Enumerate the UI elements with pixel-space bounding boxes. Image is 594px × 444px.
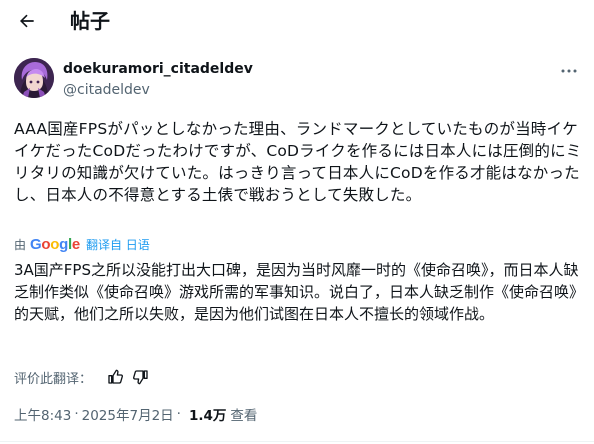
back-button[interactable] — [12, 6, 42, 36]
rate-translation-row: 评价此翻译： — [14, 367, 158, 387]
views-label: 查看 — [230, 408, 258, 424]
avatar[interactable] — [14, 58, 54, 98]
arrow-left-icon — [20, 14, 34, 28]
post-time[interactable]: 上午8:43 — [14, 404, 71, 424]
thumbs-up-button[interactable] — [106, 368, 124, 386]
more-options-button[interactable] — [556, 62, 582, 80]
top-bar: 帖子 — [0, 0, 594, 44]
translated-text: 3A国产FPS之所以没能打出大口碑，是因为当时风靡一时的《使命召唤》，而日本人缺… — [14, 261, 585, 323]
avatar-image — [14, 58, 54, 98]
meta-separator: · — [176, 406, 181, 422]
user-handle[interactable]: @citadeldev — [63, 80, 150, 100]
post-text: AAA国産FPSがパッとしなかった理由、ランドマークとしていたものが当時イケイケ… — [14, 120, 582, 204]
more-horizontal-icon — [561, 69, 577, 73]
translated-from-link[interactable]: 翻译自 日语 — [86, 236, 150, 253]
thumbs-down-button[interactable] — [132, 368, 150, 386]
translation-attribution: 由 Google 翻译自 日语 — [14, 234, 150, 254]
page-title: 帖子 — [70, 9, 110, 33]
google-logo: Google — [30, 235, 80, 253]
translated-by-label: 由 — [14, 237, 27, 252]
display-name[interactable]: doekuramori_citadeldev — [63, 59, 253, 79]
rate-translation-label: 评价此翻译： — [14, 371, 93, 387]
thumbs-up-icon — [108, 369, 124, 384]
post-meta: 上午8:43 · 2025年7月2日 · 1.4万 查看 — [14, 404, 257, 424]
thumbs-down-icon — [133, 370, 148, 385]
divider — [0, 441, 594, 442]
post-date[interactable]: 2025年7月2日 — [82, 404, 174, 424]
view-count: 1.4万 — [188, 408, 227, 424]
meta-separator: · — [74, 406, 79, 422]
